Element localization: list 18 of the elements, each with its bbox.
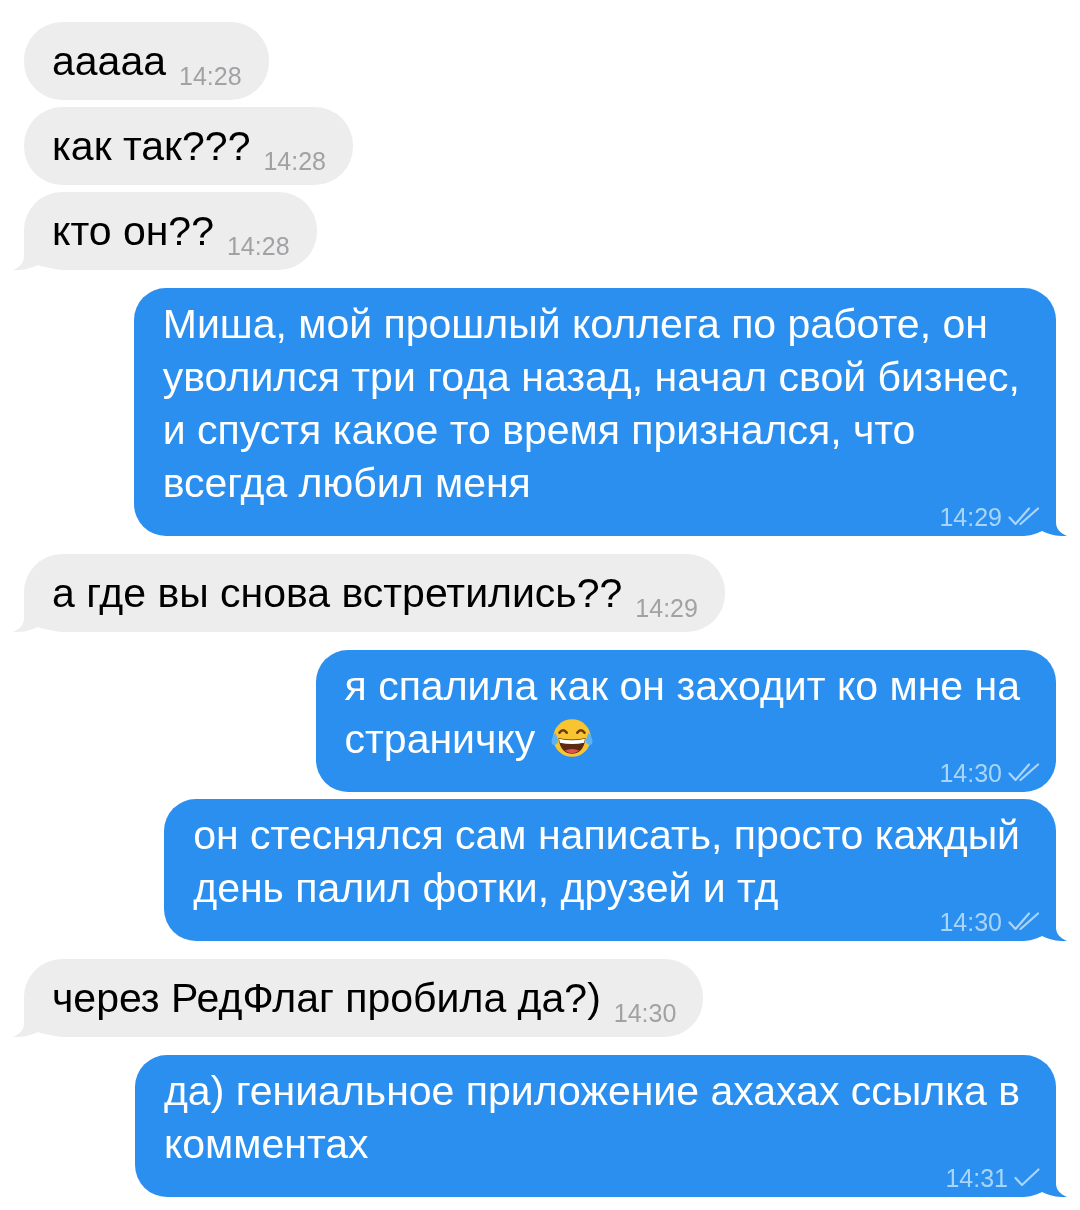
timestamp: 14:30	[613, 1004, 677, 1022]
message-text: он стеснялся сам написать, просто каждый день палил фотки, друзей и тд	[193, 812, 1020, 911]
message-text: Миша, мой прошлый коллега по работе, он уволился три года назад, начал свой бизнес, и спустя какое то время признался, что всегда любил меня	[162, 301, 1020, 506]
message-text: через РедФлаг пробила да?)	[52, 975, 601, 1021]
timestamp: 14:28	[226, 237, 290, 255]
timestamp: 14:30	[939, 913, 1002, 931]
message-text: я спалила как он заходит ко мне на страничку	[344, 663, 1020, 762]
timestamp: 14:30	[939, 764, 1002, 782]
timestamp: 14:31	[945, 1169, 1008, 1187]
timestamp: 14:28	[263, 152, 326, 170]
message-text: да) гениальное приложение ахахах ссылка в комментах	[163, 1068, 1020, 1167]
message-text: а где вы снова встретились??	[52, 570, 623, 616]
message-text: кто он??	[52, 208, 214, 254]
timestamp: 14:29	[635, 599, 698, 617]
timestamp: 14:28	[179, 67, 242, 85]
message-text: как так???	[52, 123, 251, 169]
timestamp: 14:29	[939, 508, 1002, 526]
message-text: ааааа	[52, 38, 166, 84]
